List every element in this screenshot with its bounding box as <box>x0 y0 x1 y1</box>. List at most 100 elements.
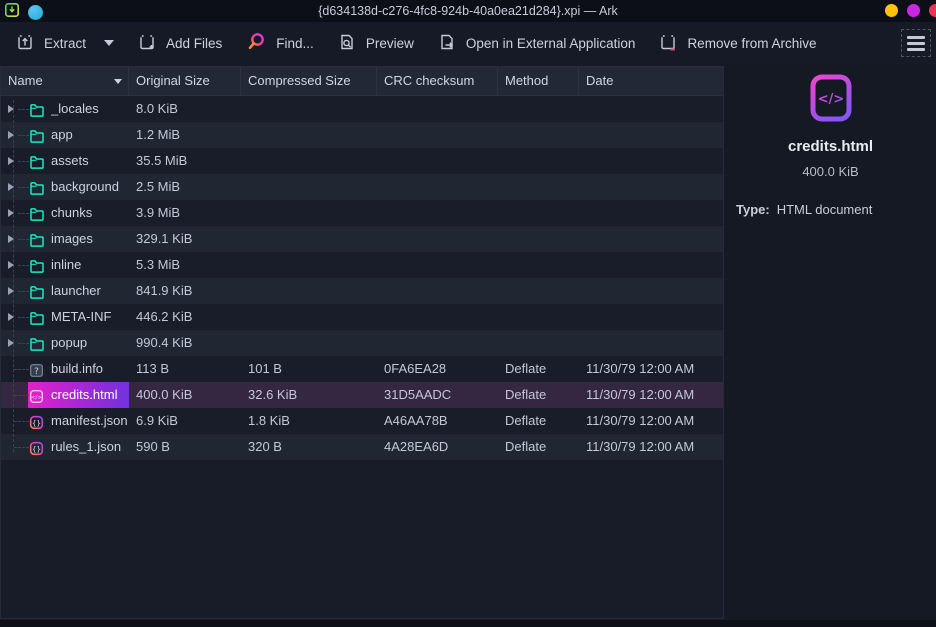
html-file-icon: </> <box>29 387 45 403</box>
cell-crc <box>377 226 498 252</box>
table-row[interactable]: background2.5 MiB <box>1 174 723 200</box>
cell-crc <box>377 330 498 356</box>
expand-arrow-icon[interactable] <box>8 131 14 139</box>
cell-original-size: 113 B <box>129 356 241 382</box>
table-row[interactable]: {}manifest.json6.9 KiB1.8 KiBA46AA78BDef… <box>1 408 723 434</box>
cell-name[interactable]: {}manifest.json <box>1 408 129 434</box>
find-label: Find... <box>276 36 314 51</box>
expand-arrow-icon[interactable] <box>8 235 14 243</box>
cell-name[interactable]: popup <box>1 330 129 356</box>
close-button[interactable] <box>929 4 936 17</box>
cell-method <box>498 278 579 304</box>
cell-compressed-size <box>241 278 377 304</box>
expand-arrow-icon[interactable] <box>8 313 14 321</box>
folder-icon <box>29 153 45 169</box>
expand-arrow-icon[interactable] <box>8 105 14 113</box>
chevron-down-icon[interactable] <box>104 40 114 46</box>
tree-branch-line <box>18 291 29 292</box>
table-row[interactable]: launcher841.9 KiB <box>1 278 723 304</box>
remove-from-archive-button[interactable]: Remove from Archive <box>656 28 818 59</box>
find-button[interactable]: Find... <box>243 27 316 60</box>
cell-name[interactable]: {}rules_1.json <box>1 434 129 460</box>
expand-arrow-icon[interactable] <box>8 339 14 347</box>
cell-compressed-size: 32.6 KiB <box>241 382 377 408</box>
column-header-crc-checksum[interactable]: CRC checksum <box>377 67 498 95</box>
info-panel: </> credits.html 400.0 KiB Type:HTML doc… <box>725 64 936 619</box>
cell-method <box>498 96 579 122</box>
cell-method: Deflate <box>498 356 579 382</box>
cell-date <box>579 174 723 200</box>
cell-crc <box>377 148 498 174</box>
cell-method <box>498 148 579 174</box>
table-row[interactable]: assets35.5 MiB <box>1 148 723 174</box>
cell-original-size: 590 B <box>129 434 241 460</box>
entry-name-label: manifest.json <box>51 408 127 434</box>
entry-name-label: credits.html <box>51 382 127 408</box>
cell-original-size: 329.1 KiB <box>129 226 241 252</box>
cell-crc <box>377 200 498 226</box>
table-row[interactable]: {}rules_1.json590 B320 B4A28EA6DDeflate1… <box>1 434 723 460</box>
cell-name[interactable]: META-INF <box>1 304 129 330</box>
cell-name[interactable]: inline <box>1 252 129 278</box>
expand-arrow-icon[interactable] <box>8 157 14 165</box>
add-files-button[interactable]: Add Files <box>135 28 224 59</box>
cell-original-size: 35.5 MiB <box>129 148 241 174</box>
cell-date: 11/30/79 12:00 AM <box>579 408 723 434</box>
cell-crc <box>377 252 498 278</box>
cell-method <box>498 252 579 278</box>
column-header-name[interactable]: Name <box>1 67 129 95</box>
entry-name-label: assets <box>51 148 127 174</box>
folder-icon <box>29 205 45 221</box>
expand-arrow-icon[interactable] <box>8 287 14 295</box>
cell-name[interactable]: app <box>1 122 129 148</box>
cell-compressed-size <box>241 304 377 330</box>
open-external-button[interactable]: Open in External Application <box>435 28 638 59</box>
cell-method <box>498 174 579 200</box>
expand-arrow-icon[interactable] <box>8 183 14 191</box>
hamburger-menu-button[interactable] <box>901 29 931 57</box>
table-row[interactable]: inline5.3 MiB <box>1 252 723 278</box>
open-external-icon <box>437 32 457 55</box>
column-header-method[interactable]: Method <box>498 67 579 95</box>
table-row[interactable]: app1.2 MiB <box>1 122 723 148</box>
table-row[interactable]: _locales8.0 KiB <box>1 96 723 122</box>
cell-name[interactable]: background <box>1 174 129 200</box>
table-row[interactable]: popup990.4 KiB <box>1 330 723 356</box>
window-bottom-edge <box>0 620 936 627</box>
table-row[interactable]: META-INF446.2 KiB <box>1 304 723 330</box>
table-row[interactable]: images329.1 KiB <box>1 226 723 252</box>
cell-name[interactable]: </> credits.html <box>1 382 129 408</box>
extract-button[interactable]: Extract <box>13 28 116 59</box>
folder-icon <box>29 127 45 143</box>
tree-branch-line <box>14 369 29 370</box>
cell-name[interactable]: images <box>1 226 129 252</box>
cell-date <box>579 252 723 278</box>
column-header-date[interactable]: Date <box>579 67 723 95</box>
cell-name[interactable]: assets <box>1 148 129 174</box>
cell-original-size: 5.3 MiB <box>129 252 241 278</box>
preview-button[interactable]: Preview <box>335 28 416 59</box>
cell-original-size: 446.2 KiB <box>129 304 241 330</box>
preview-icon <box>337 32 357 55</box>
cell-method <box>498 200 579 226</box>
selected-file-size: 400.0 KiB <box>725 164 936 179</box>
cell-crc <box>377 304 498 330</box>
column-header-original-size[interactable]: Original Size <box>129 67 241 95</box>
cell-name[interactable]: _locales <box>1 96 129 122</box>
expand-arrow-icon[interactable] <box>8 209 14 217</box>
table-row[interactable]: chunks3.9 MiB <box>1 200 723 226</box>
column-header-compressed-size[interactable]: Compressed Size <box>241 67 377 95</box>
cell-method <box>498 330 579 356</box>
expand-arrow-icon[interactable] <box>8 261 14 269</box>
cell-name[interactable]: launcher <box>1 278 129 304</box>
cell-original-size: 841.9 KiB <box>129 278 241 304</box>
minimize-button[interactable] <box>885 4 898 17</box>
maximize-button[interactable] <box>907 4 920 17</box>
table-row[interactable]: ?build.info113 B101 B0FA6EA28Deflate11/3… <box>1 356 723 382</box>
entry-name-label: background <box>51 174 127 200</box>
folder-icon <box>29 179 45 195</box>
cell-original-size: 400.0 KiB <box>129 382 241 408</box>
cell-name[interactable]: chunks <box>1 200 129 226</box>
table-row[interactable]: </>credits.html400.0 KiB32.6 KiB31D5AADC… <box>1 382 723 408</box>
cell-name[interactable]: ?build.info <box>1 356 129 382</box>
